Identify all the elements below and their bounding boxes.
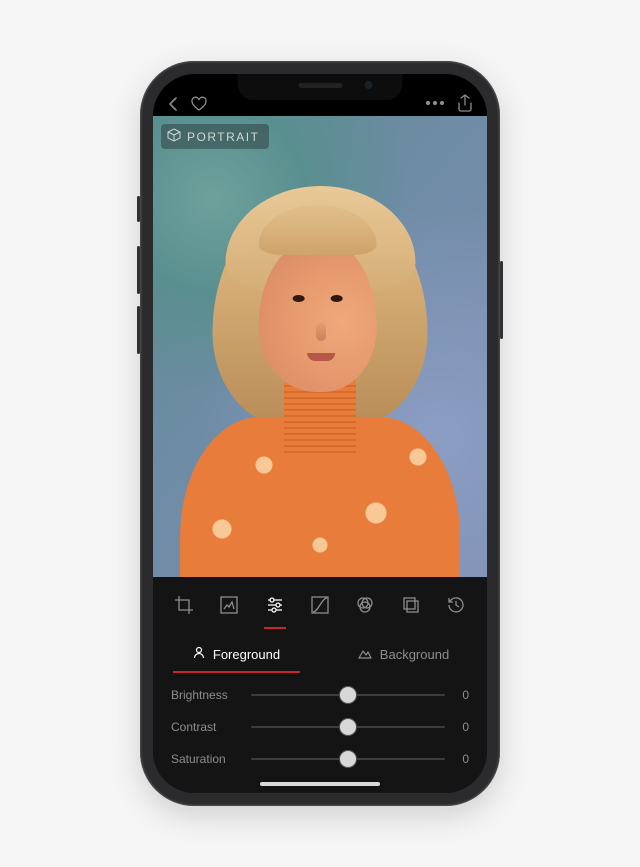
- slider-contrast-thumb[interactable]: [339, 718, 357, 736]
- tool-layers[interactable]: [398, 591, 424, 619]
- slider-brightness-value: 0: [445, 688, 469, 702]
- portrait-badge: PORTRAIT: [161, 124, 269, 149]
- slider-saturation-track[interactable]: [251, 758, 445, 760]
- tool-frame[interactable]: [216, 591, 242, 619]
- slider-saturation-value: 0: [445, 752, 469, 766]
- portrait-badge-label: PORTRAIT: [187, 130, 259, 144]
- tool-filters[interactable]: [352, 591, 378, 619]
- adjust-sliders: Brightness 0 Contrast 0 Saturation 0: [153, 673, 487, 793]
- tab-background-label: Background: [380, 647, 449, 662]
- slider-contrast-label: Contrast: [171, 720, 251, 734]
- share-button[interactable]: [457, 94, 473, 112]
- person-icon: [193, 646, 205, 662]
- tool-crop[interactable]: [171, 591, 197, 619]
- tool-adjust[interactable]: [262, 591, 288, 619]
- slider-brightness-track[interactable]: [251, 694, 445, 696]
- cube-icon: [167, 128, 181, 145]
- slider-brightness: Brightness 0: [171, 681, 469, 709]
- layer-tabs: Foreground Background: [153, 629, 487, 673]
- photo-canvas[interactable]: PORTRAIT: [153, 116, 487, 577]
- slider-saturation-thumb[interactable]: [339, 750, 357, 768]
- mute-switch[interactable]: [137, 196, 140, 222]
- tab-foreground-label: Foreground: [213, 647, 280, 662]
- tab-foreground[interactable]: Foreground: [153, 635, 320, 673]
- phone-frame: PORTRAIT: [140, 61, 500, 806]
- notch: [238, 74, 403, 100]
- portrait-subject: [170, 217, 470, 577]
- tool-curves[interactable]: [307, 591, 333, 619]
- tab-background[interactable]: Background: [320, 635, 487, 673]
- slider-brightness-thumb[interactable]: [339, 686, 357, 704]
- volume-down-button[interactable]: [137, 306, 140, 354]
- slider-contrast: Contrast 0: [171, 713, 469, 741]
- screen: PORTRAIT: [153, 74, 487, 793]
- slider-saturation: Saturation 0: [171, 745, 469, 773]
- power-button[interactable]: [500, 261, 503, 339]
- tool-bar: [153, 577, 487, 629]
- slider-contrast-track[interactable]: [251, 726, 445, 728]
- mountains-icon: [358, 647, 372, 662]
- favorite-button[interactable]: [190, 96, 208, 112]
- slider-contrast-value: 0: [445, 720, 469, 734]
- more-button[interactable]: [425, 100, 445, 106]
- slider-brightness-label: Brightness: [171, 688, 251, 702]
- volume-up-button[interactable]: [137, 246, 140, 294]
- home-indicator[interactable]: [260, 782, 380, 786]
- slider-saturation-label: Saturation: [171, 752, 251, 766]
- tool-history[interactable]: [443, 591, 469, 619]
- back-button[interactable]: [167, 96, 178, 112]
